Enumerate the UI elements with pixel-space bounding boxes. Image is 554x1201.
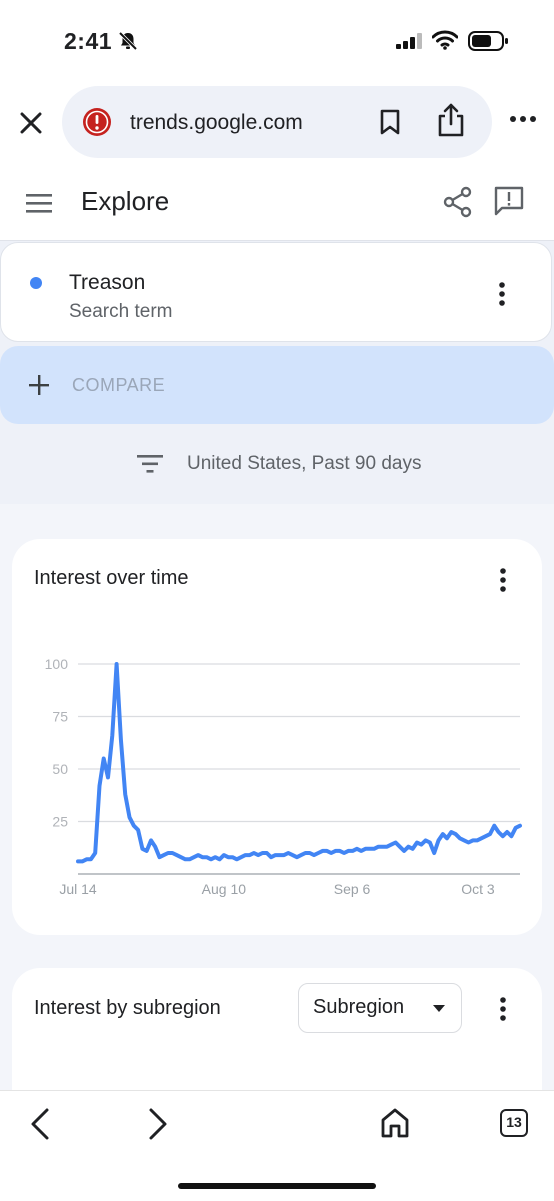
compare-label: COMPARE bbox=[72, 375, 166, 395]
dropdown-value: Subregion bbox=[313, 996, 405, 1018]
interest-over-time-card: Interest over time 100 75 50 25 Jul 14 Aug 10… bbox=[12, 539, 542, 935]
subregion-dropdown[interactable]: Subregion bbox=[298, 983, 462, 1033]
search-term-subtitle: Search term bbox=[69, 301, 173, 322]
browser-toolbar: trends.google.com bbox=[0, 84, 554, 164]
plus-icon bbox=[29, 375, 49, 395]
filter-icon bbox=[137, 455, 163, 473]
more-options-icon[interactable] bbox=[508, 114, 538, 124]
wifi-icon bbox=[432, 30, 458, 50]
battery-icon bbox=[468, 31, 508, 51]
bookmark-icon[interactable] bbox=[378, 108, 402, 136]
series-line[interactable] bbox=[76, 662, 522, 864]
y-tick-label: 50 bbox=[52, 761, 68, 777]
card-options-icon[interactable] bbox=[498, 996, 508, 1022]
x-tick-label: Sep 6 bbox=[334, 881, 371, 897]
share-graph-icon[interactable] bbox=[442, 186, 474, 218]
dropdown-arrow-icon bbox=[433, 1005, 445, 1012]
silent-bell-icon bbox=[118, 31, 138, 51]
page-title: Explore bbox=[81, 186, 170, 216]
browser-bottom-nav: 13 bbox=[0, 1090, 554, 1201]
term-options-icon[interactable] bbox=[497, 281, 507, 307]
y-tick-label: 100 bbox=[45, 656, 69, 672]
search-term-card[interactable]: Treason Search term bbox=[0, 242, 552, 342]
forward-arrow-icon[interactable] bbox=[146, 1107, 170, 1141]
status-time: 2:41 bbox=[64, 28, 113, 54]
back-arrow-icon[interactable] bbox=[28, 1107, 52, 1141]
home-icon[interactable] bbox=[380, 1107, 410, 1139]
feedback-icon[interactable] bbox=[492, 184, 526, 218]
search-term-name[interactable]: Treason bbox=[69, 271, 145, 295]
series-color-dot bbox=[30, 277, 42, 289]
close-icon[interactable] bbox=[16, 108, 46, 138]
y-tick-label: 25 bbox=[52, 814, 68, 830]
app-header: Explore bbox=[0, 164, 554, 241]
status-bar: 2:41 bbox=[0, 0, 554, 84]
cellular-signal-icon bbox=[396, 33, 422, 49]
interest-line-chart[interactable]: 100 75 50 25 Jul 14 Aug 10 Sep 6 Oct 3 bbox=[12, 539, 542, 935]
x-tick-label: Aug 10 bbox=[202, 881, 247, 897]
compare-button[interactable]: COMPARE bbox=[0, 346, 554, 424]
y-tick-label: 75 bbox=[52, 709, 68, 725]
tabs-count-button[interactable]: 13 bbox=[500, 1109, 528, 1137]
x-tick-label: Jul 14 bbox=[59, 881, 97, 897]
x-tick-label: Oct 3 bbox=[461, 881, 495, 897]
security-warning-icon[interactable] bbox=[82, 107, 112, 137]
filter-bar[interactable]: United States, Past 90 days bbox=[0, 424, 554, 504]
address-bar[interactable]: trends.google.com bbox=[62, 86, 492, 158]
home-indicator bbox=[178, 1183, 376, 1189]
url-text[interactable]: trends.google.com bbox=[130, 111, 303, 135]
filter-text[interactable]: United States, Past 90 days bbox=[187, 453, 421, 475]
card-title: Interest by subregion bbox=[34, 997, 221, 1019]
menu-icon[interactable] bbox=[26, 192, 54, 214]
share-icon[interactable] bbox=[436, 102, 466, 138]
